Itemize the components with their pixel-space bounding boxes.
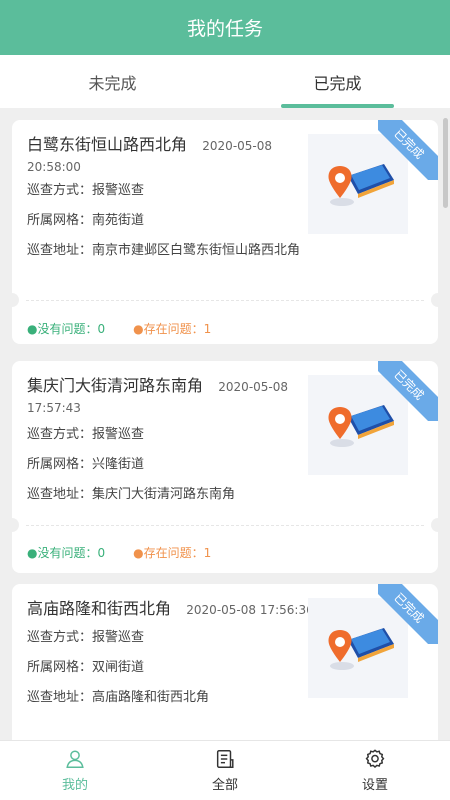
- status-ribbon: 已完成: [378, 584, 438, 644]
- page-title: 我的任务: [186, 18, 263, 40]
- task-title: 白鹭东街恒山路西北角: [27, 135, 188, 154]
- task-grid: 所属网格：双闸街道: [27, 660, 145, 675]
- task-title: 高庙路隆和街西北角: [27, 599, 172, 618]
- gear-icon: [365, 749, 385, 769]
- task-title-row: 集庆门大街清河路东南角 2020-05-08 17:57:43: [27, 376, 297, 418]
- task-card[interactable]: 集庆门大街清河路东南角 2020-05-08 17:57:43 巡查方式：报警巡…: [12, 361, 438, 573]
- divider: [26, 300, 424, 301]
- task-title-row: 白鹭东街恒山路西北角 2020-05-08 20:58:00: [27, 135, 297, 177]
- task-title-row: 高庙路隆和街西北角 2020-05-08 17:56:36: [27, 599, 317, 620]
- nav-label: 我的: [61, 778, 88, 793]
- status-ribbon: 已完成: [378, 120, 438, 180]
- notch: [431, 293, 438, 307]
- no-problem-count: ●没有问题：0: [27, 322, 106, 336]
- document-icon: [216, 750, 234, 768]
- nav-item-mine[interactable]: 我的: [0, 741, 150, 800]
- no-problem-count: ●没有问题：0: [27, 546, 106, 560]
- task-address: 巡查地址：南京市建邺区白鹭东街恒山路西北角: [27, 243, 301, 258]
- divider: [26, 525, 424, 526]
- task-address: 巡查地址：高庙路隆和街西北角: [27, 690, 210, 705]
- task-method: 巡查方式：报警巡查: [27, 630, 145, 645]
- status-ribbon: 已完成: [378, 361, 438, 421]
- scrollbar[interactable]: [443, 118, 448, 208]
- has-problem-count: ●存在问题：1: [133, 546, 212, 560]
- notch: [12, 518, 19, 532]
- task-list[interactable]: 白鹭东街恒山路西北角 2020-05-08 20:58:00 巡查方式：报警巡查…: [0, 108, 450, 740]
- has-problem-count: ●存在问题：1: [133, 322, 212, 336]
- task-card[interactable]: 高庙路隆和街西北角 2020-05-08 17:56:36 巡查方式：报警巡查 …: [12, 584, 438, 740]
- nav-item-settings[interactable]: 设置: [300, 741, 450, 800]
- tab-bar: 未完成 已完成: [0, 55, 450, 108]
- nav-label: 设置: [361, 778, 388, 793]
- task-method: 巡查方式：报警巡查: [27, 183, 145, 198]
- tab-completed[interactable]: 已完成: [225, 55, 450, 108]
- task-method: 巡查方式：报警巡查: [27, 427, 145, 442]
- nav-item-all[interactable]: 全部: [150, 741, 300, 800]
- page-header: 我的任务: [0, 0, 450, 55]
- task-grid: 所属网格：兴隆街道: [27, 457, 145, 472]
- problem-stats: ●没有问题：0 ●存在问题：1: [27, 544, 211, 561]
- tab-incomplete[interactable]: 未完成: [0, 55, 225, 108]
- user-icon: [66, 750, 84, 768]
- task-title: 集庆门大街清河路东南角: [27, 376, 204, 395]
- task-address: 巡查地址：集庆门大街清河路东南角: [27, 487, 236, 502]
- bottom-nav: 我的 全部 设置: [0, 740, 450, 800]
- notch: [12, 293, 19, 307]
- task-grid: 所属网格：南苑街道: [27, 213, 145, 228]
- nav-label: 全部: [211, 778, 238, 793]
- problem-stats: ●没有问题：0 ●存在问题：1: [27, 320, 211, 337]
- task-card[interactable]: 白鹭东街恒山路西北角 2020-05-08 20:58:00 巡查方式：报警巡查…: [12, 120, 438, 344]
- task-date: 2020-05-08 17:56:36: [186, 603, 314, 617]
- notch: [431, 518, 438, 532]
